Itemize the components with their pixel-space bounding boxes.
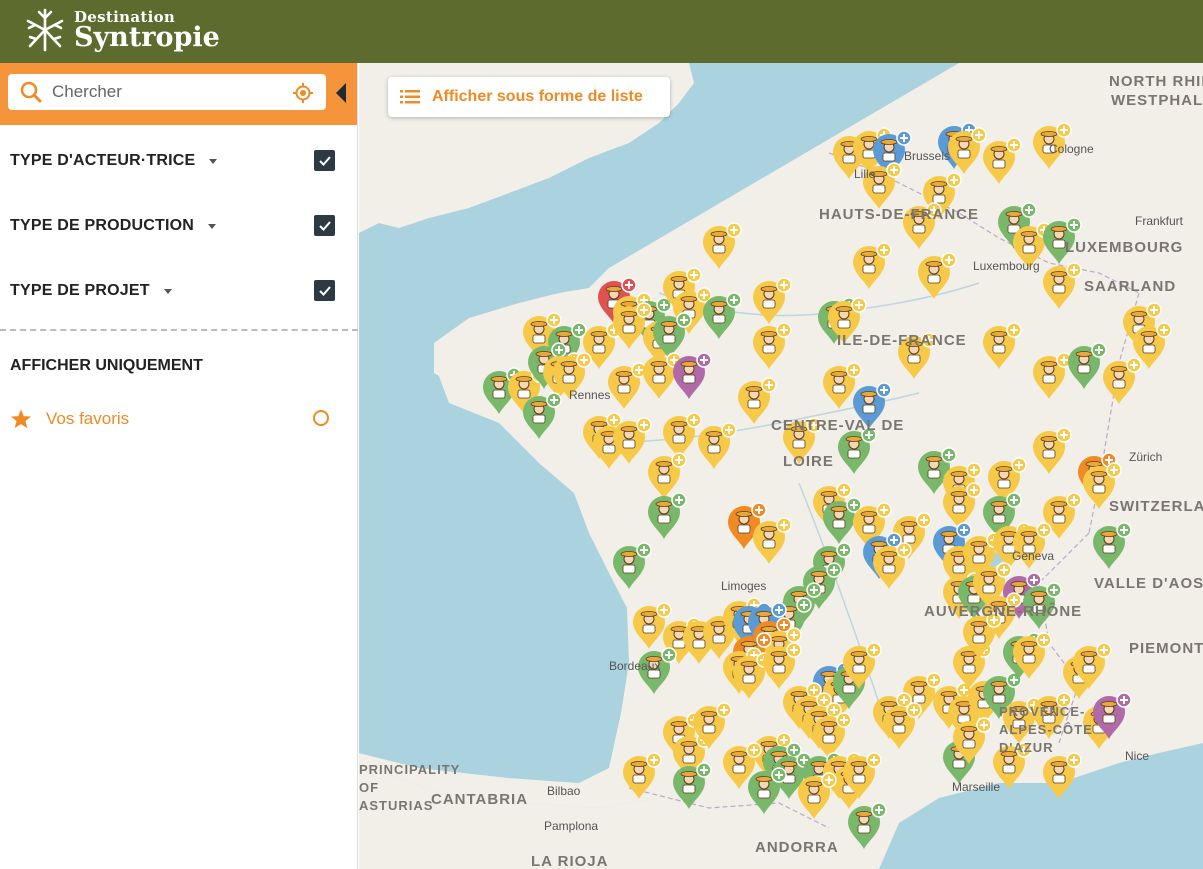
map-label: LOIRE bbox=[783, 453, 834, 470]
sidebar: TYPE D'ACTEUR·TRICE TYPE DE PRODUCTION T… bbox=[0, 63, 358, 869]
filter-actor-type-checkbox[interactable] bbox=[314, 150, 335, 171]
map-label: CANTABRIA bbox=[431, 791, 529, 808]
filter-actor-type-label: TYPE D'ACTEUR·TRICE bbox=[10, 151, 196, 169]
logo-icon bbox=[26, 8, 64, 52]
city-label: Cologne bbox=[1049, 142, 1094, 156]
filter-project-type-checkbox[interactable] bbox=[314, 280, 335, 301]
check-icon bbox=[318, 155, 331, 166]
show-as-list-button[interactable]: Afficher sous forme de liste bbox=[388, 77, 670, 117]
map[interactable]: NORTH RHINE- WESTPHALIA HAUTS-DE-FRANCE … bbox=[359, 63, 1203, 869]
search-bar bbox=[0, 63, 357, 125]
map-label: LUXEMBOURG bbox=[1065, 239, 1184, 256]
chevron-down-icon[interactable] bbox=[208, 224, 217, 229]
map-label: WESTPHALIA bbox=[1111, 92, 1203, 109]
city-label: Limoges bbox=[721, 579, 767, 593]
map-label: PIEMONTE bbox=[1129, 640, 1203, 657]
filter-production-type[interactable]: TYPE DE PRODUCTION bbox=[0, 193, 357, 258]
city-label: Frankfurt bbox=[1135, 214, 1184, 228]
map-label: SAARLAND bbox=[1084, 278, 1177, 295]
only-section-title: AFFICHER UNIQUEMENT bbox=[10, 357, 203, 374]
city-label: Bordeaux bbox=[609, 659, 661, 673]
chevron-down-icon[interactable] bbox=[163, 289, 172, 294]
map-label: ANDORRA bbox=[755, 839, 839, 856]
favorites-label: Vos favoris bbox=[46, 409, 130, 428]
filter-production-type-checkbox[interactable] bbox=[314, 215, 335, 236]
map-label: HAUTS-DE-FRANCE bbox=[819, 206, 979, 223]
map-label: CENTRE-VAL DE bbox=[771, 417, 905, 434]
city-label: Rennes bbox=[569, 388, 611, 402]
city-label: Lille bbox=[854, 167, 876, 181]
check-icon bbox=[318, 220, 331, 231]
collapse-sidebar-icon[interactable] bbox=[335, 83, 347, 103]
city-label: Bilbao bbox=[547, 784, 581, 798]
favorites-radio[interactable] bbox=[313, 410, 329, 426]
city-label: Marseille bbox=[952, 780, 1001, 794]
map-label: VALLE D'AOSTA bbox=[1094, 575, 1203, 592]
show-as-list-label: Afficher sous forme de liste bbox=[432, 88, 643, 105]
map-label: LA RIOJA bbox=[531, 853, 609, 869]
search-icon[interactable] bbox=[20, 81, 42, 103]
map-label: NORTH RHINE- bbox=[1109, 73, 1203, 90]
map-label: ILE-DE-FRANCE bbox=[837, 332, 967, 349]
filter-production-type-label: TYPE DE PRODUCTION bbox=[10, 216, 195, 234]
favorites-filter[interactable]: Vos favoris bbox=[0, 399, 357, 439]
filter-actor-type[interactable]: TYPE D'ACTEUR·TRICE bbox=[0, 128, 357, 193]
city-label: Geneva bbox=[1012, 549, 1055, 563]
check-icon bbox=[318, 285, 331, 296]
search-box bbox=[8, 74, 326, 110]
locate-icon[interactable] bbox=[292, 82, 314, 104]
logo[interactable]: Destination Syntropie bbox=[20, 6, 220, 54]
star-icon bbox=[10, 409, 32, 429]
map-label: PRINCIPALITY OF ASTURIAS bbox=[359, 762, 461, 813]
search-input[interactable] bbox=[52, 82, 272, 102]
filter-project-type[interactable]: TYPE DE PROJET bbox=[0, 258, 357, 323]
logo-line2: Syntropie bbox=[74, 21, 220, 53]
top-bar: Destination Syntropie bbox=[0, 0, 1203, 63]
map-label: SWITZERLAND bbox=[1109, 498, 1203, 515]
map-label: PROVENCE-ALPES-CÔTE D'AZUR bbox=[999, 704, 1093, 755]
list-icon bbox=[400, 90, 420, 104]
filter-project-type-label: TYPE DE PROJET bbox=[10, 281, 150, 299]
map-label: AUVERGNE-RHÔNE bbox=[924, 603, 1083, 620]
city-label: Zürich bbox=[1129, 450, 1163, 464]
city-label: Pamplona bbox=[544, 819, 599, 833]
city-label: Nice bbox=[1125, 749, 1150, 763]
city-label: Brussels bbox=[904, 149, 951, 163]
city-label: Luxembourg bbox=[973, 259, 1040, 273]
chevron-down-icon[interactable] bbox=[209, 159, 218, 164]
